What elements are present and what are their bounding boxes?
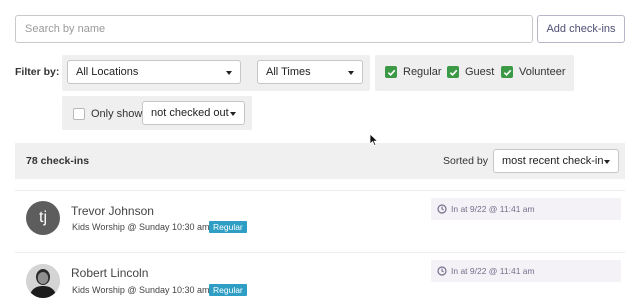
guest-checkbox-label: Guest: [465, 66, 495, 78]
time-select[interactable]: All Times: [257, 60, 363, 84]
check-in-time: In at 9/22 @ 11:41 am: [431, 260, 621, 282]
chevron-down-icon: [230, 112, 236, 116]
person-name[interactable]: Robert Lincoln: [71, 266, 148, 280]
avatar: [26, 264, 60, 298]
checkmark-icon: [447, 66, 459, 78]
chevron-down-icon: [348, 71, 354, 75]
divider: [15, 252, 625, 253]
volunteer-checkbox-label: Volunteer: [519, 66, 566, 78]
event-label: Kids Worship @ Sunday 10:30 am: [72, 222, 210, 232]
search-input[interactable]: [15, 15, 533, 43]
check-in-time-text: In at 9/22 @ 11:41 am: [451, 204, 535, 214]
divider: [15, 190, 625, 191]
status-badge: Regular: [209, 221, 247, 233]
check-in-time-text: In at 9/22 @ 11:41 am: [451, 266, 535, 276]
checkmark-icon: [501, 66, 513, 78]
add-check-ins-button[interactable]: Add check-ins: [537, 15, 625, 43]
check-in-time: In at 9/22 @ 11:41 am: [431, 198, 621, 220]
checkmark-icon: [385, 66, 397, 78]
only-show-select-value: not checked out: [151, 107, 229, 119]
checkbox-icon: [73, 108, 85, 120]
sort-select-value: most recent check-in: [502, 155, 604, 167]
status-badge: Regular: [209, 284, 247, 296]
person-name[interactable]: Trevor Johnson: [71, 204, 154, 218]
sort-select[interactable]: most recent check-in: [493, 149, 619, 173]
chevron-down-icon: [226, 71, 232, 75]
location-select-value: All Locations: [76, 66, 139, 78]
avatar-initials: tj: [39, 209, 47, 226]
chevron-down-icon: [604, 160, 610, 164]
avatar: tj: [26, 201, 60, 235]
clock-icon: [437, 266, 447, 276]
regular-checkbox[interactable]: Regular: [385, 66, 442, 78]
mouse-cursor-icon: [369, 133, 379, 147]
guest-checkbox[interactable]: Guest: [447, 66, 494, 78]
only-show-checkbox[interactable]: Only show: [73, 108, 142, 120]
event-label: Kids Worship @ Sunday 10:30 am: [72, 285, 210, 295]
only-show-label: Only show: [91, 108, 143, 120]
time-select-value: All Times: [266, 66, 311, 78]
volunteer-checkbox[interactable]: Volunteer: [501, 66, 565, 78]
sorted-by-label: Sorted by: [443, 155, 488, 167]
check-in-count: 78 check-ins: [26, 155, 90, 167]
location-select[interactable]: All Locations: [67, 60, 241, 84]
person-photo: [26, 264, 60, 298]
regular-checkbox-label: Regular: [403, 66, 442, 78]
only-show-select[interactable]: not checked out: [142, 101, 245, 125]
filter-by-label: Filter by:: [15, 66, 60, 78]
clock-icon: [437, 204, 447, 214]
